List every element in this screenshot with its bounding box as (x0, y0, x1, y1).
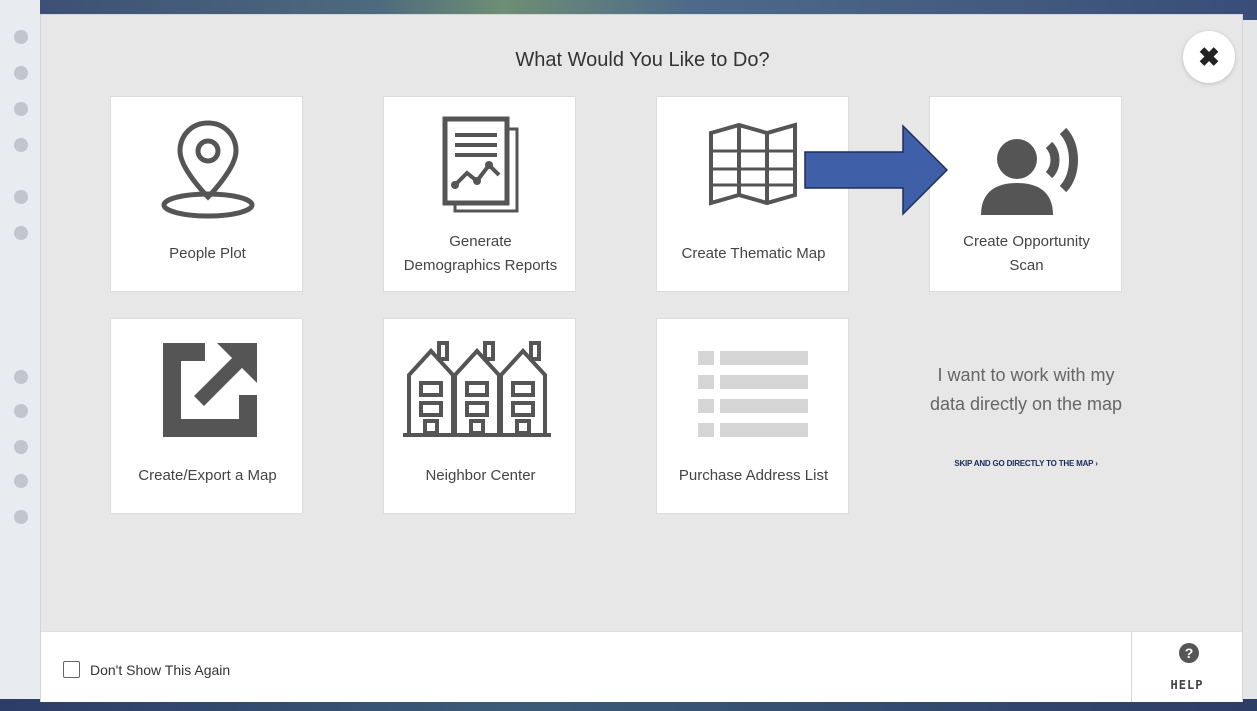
dont-show-again-checkbox[interactable]: Don't Show This Again (63, 661, 230, 678)
help-button[interactable]: ? HELP (1131, 632, 1241, 702)
zoom-in-icon (14, 30, 28, 44)
help-label: HELP (1170, 678, 1204, 692)
settings-icon (14, 226, 28, 240)
close-button[interactable]: ✖ (1183, 31, 1235, 83)
help-icon: ? (1179, 643, 1199, 663)
zoom-icon (14, 102, 28, 116)
tile-demographics-reports[interactable]: Generate Demographics Reports (383, 96, 576, 292)
tile-neighbor-center[interactable]: Neighbor Center (383, 318, 576, 514)
tile-label: Neighbor Center (425, 467, 536, 484)
globe-icon (14, 510, 28, 524)
map-pin-icon (111, 111, 304, 221)
tile-opportunity-scan[interactable]: Create Opportunity Scan (929, 96, 1122, 292)
report-chart-icon (384, 111, 577, 221)
grid-icon (14, 370, 28, 384)
checkbox-label: Don't Show This Again (90, 661, 231, 678)
tile-create-export-map[interactable]: Create/Export a Map (110, 318, 303, 514)
close-icon: ✖ (1198, 41, 1220, 72)
houses-icon (384, 333, 577, 443)
tile-people-plot[interactable]: People Plot (110, 96, 303, 292)
tile-purchase-address-list[interactable]: Purchase Address List (656, 318, 849, 514)
zoom-out-icon (14, 66, 28, 80)
background-left-toolbar (0, 0, 40, 711)
list-icon (657, 333, 850, 443)
person-broadcast-icon (930, 111, 1123, 221)
tile-label: Create Opportunity Scan (963, 233, 1090, 274)
export-small-icon (14, 404, 28, 418)
tile-label: Purchase Address List (678, 467, 829, 484)
export-icon (111, 333, 304, 443)
tile-label: Generate Demographics Reports (403, 233, 558, 274)
refresh-icon (14, 138, 28, 152)
tile-label: Create/Export a Map (138, 467, 277, 484)
checkbox-box[interactable] (63, 661, 80, 678)
link-icon (14, 190, 28, 204)
work-with-map-text: I want to work with my data directly on … (929, 365, 1123, 414)
dialog-title: What Would You Like to Do? (515, 49, 770, 71)
doc-icon (14, 440, 28, 454)
dialog-footer: Don't Show This Again ? HELP (41, 631, 1242, 702)
tile-label: People Plot (169, 245, 246, 262)
what-to-do-dialog: What Would You Like to Do? ✖ People Plot (40, 14, 1243, 702)
search-icon (14, 474, 28, 488)
pointer-arrow (804, 124, 949, 216)
skip-to-map-link[interactable]: SKIP AND GO DIRECTLY TO THE MAP › (911, 459, 1141, 468)
tile-label: Create Thematic Map (681, 245, 826, 262)
